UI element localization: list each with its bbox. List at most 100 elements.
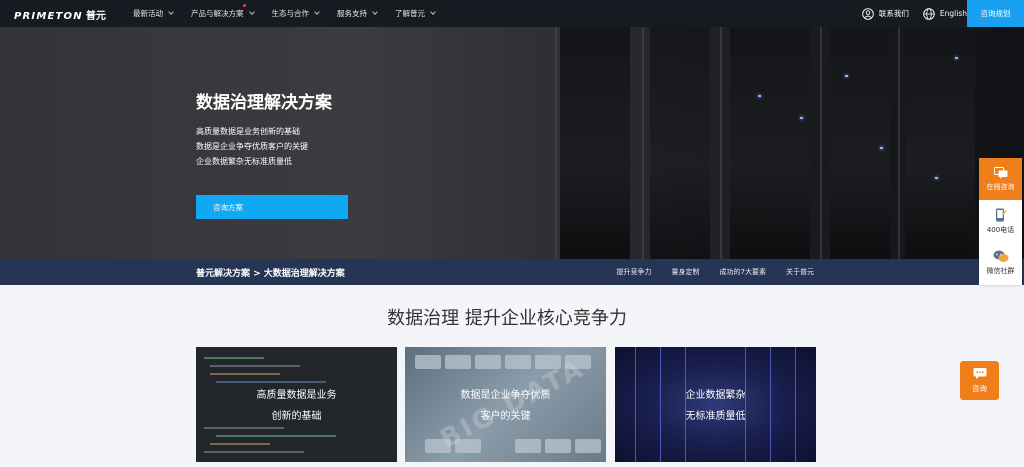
code-line-decor — [210, 373, 280, 375]
side-item-label: 在线咨询 — [986, 182, 1015, 191]
subnav-item-competitiveness[interactable]: 提升竞争力 — [617, 267, 652, 277]
key-decor — [545, 439, 571, 453]
led-decor — [800, 117, 803, 119]
code-line-decor — [216, 381, 326, 383]
menu-item-about[interactable]: 了解普元 — [395, 8, 436, 19]
key-decor — [575, 439, 601, 453]
feature-card-customer-data[interactable]: BIG DATA 数据是企业争夺优质 客户的关键 — [405, 347, 606, 462]
side-item-online-consult[interactable]: 在线咨询 — [979, 158, 1022, 200]
menu-item-label: 最新活动 — [133, 9, 163, 18]
code-line-decor — [210, 443, 270, 445]
menu-item-label: 产品与解决方案 — [191, 9, 244, 18]
code-line-decor — [204, 427, 284, 429]
subnav-item-customized[interactable]: 量身定制 — [672, 267, 700, 277]
menu-item-products-solutions[interactable]: 产品与解决方案 — [191, 4, 255, 19]
wechat-icon — [993, 250, 1008, 262]
server-rack-decor — [905, 27, 975, 259]
led-decor — [935, 177, 938, 179]
consult-planning-button[interactable]: 咨询规划 — [967, 0, 1024, 27]
language-switch[interactable]: English — [923, 7, 967, 20]
contact-us-link[interactable]: 联系我们 — [862, 7, 909, 20]
subnav-item-success-factors[interactable]: 成功的7大要素 — [720, 267, 766, 277]
chevron-down-icon — [248, 9, 255, 15]
code-line-decor — [216, 435, 336, 437]
chat-icon — [993, 166, 1007, 178]
floating-side-panel: 在线咨询 400电话 微信社群 — [979, 158, 1022, 285]
side-item-label: 400电话 — [986, 225, 1015, 234]
globe-icon — [923, 7, 935, 20]
menu-item-ecosystem[interactable]: 生态与合作 — [272, 8, 320, 19]
section-subnav: 提升竞争力 量身定制 成功的7大要素 关于普元 — [597, 259, 814, 285]
key-decor — [505, 355, 531, 369]
hot-dot-icon — [242, 4, 246, 7]
card-line: 企业数据繁杂 — [685, 390, 746, 401]
menu-item-service-support[interactable]: 服务支持 — [337, 8, 378, 19]
hero-banner: 数据治理解决方案 高质量数据是业务创新的基础 数据是企业争夺优质客户的关键 企业… — [0, 27, 1024, 259]
card-line: 客户的关键 — [480, 411, 531, 422]
card-line: 数据是企业争夺优质 — [460, 390, 551, 401]
menu-item-label: 了解普元 — [395, 9, 425, 18]
breadcrumb: 普元解决方案 > 大数据治理解决方案 — [196, 269, 345, 279]
led-decor — [758, 95, 761, 97]
hero-line: 企业数据繁杂无标准质量低 — [196, 157, 292, 166]
chevron-down-icon — [314, 9, 320, 15]
hero-line: 高质量数据是业务创新的基础 — [196, 127, 300, 136]
chat-bubble-icon — [973, 368, 986, 379]
feature-card-messy-data[interactable]: 企业数据繁杂 无标准质量低 — [615, 347, 816, 462]
card-text: 高质量数据是业务 创新的基础 — [196, 385, 397, 427]
hero-line: 数据是企业争夺优质客户的关键 — [196, 142, 308, 151]
consult-solution-button[interactable]: 咨询方案 — [196, 195, 348, 219]
key-decor — [475, 355, 501, 369]
rack-edge-decor — [720, 27, 722, 259]
key-decor — [415, 355, 441, 369]
side-item-phone[interactable]: 400电话 — [979, 200, 1022, 242]
language-label: English — [939, 9, 967, 18]
subnav-item-about-primeton[interactable]: 关于普元 — [786, 267, 814, 277]
menu-item-latest-events[interactable]: 最新活动 — [133, 8, 174, 19]
card-line: 无标准质量低 — [685, 411, 746, 422]
key-decor — [515, 439, 541, 453]
led-decor — [845, 75, 848, 77]
card-line: 高质量数据是业务 — [256, 390, 337, 401]
key-decor — [445, 355, 471, 369]
rack-edge-decor — [555, 27, 557, 259]
breadcrumb-bar: 普元解决方案 > 大数据治理解决方案 提升竞争力 量身定制 成功的7大要素 关于… — [0, 259, 1024, 285]
chevron-down-icon — [372, 9, 378, 15]
rack-edge-decor — [642, 27, 644, 259]
primeton-logo[interactable]: PRIMETON 普元 — [14, 7, 106, 22]
chevron-down-icon — [430, 9, 436, 15]
side-item-label: 微信社群 — [986, 267, 1015, 275]
card-text: 企业数据繁杂 无标准质量低 — [615, 385, 816, 427]
code-line-decor — [204, 451, 304, 453]
led-decor — [955, 57, 958, 59]
menu-item-label: 生态与合作 — [271, 9, 310, 18]
chevron-down-icon — [168, 9, 174, 15]
card-line: 创新的基础 — [271, 411, 322, 422]
rack-edge-decor — [820, 27, 822, 259]
rack-edge-decor — [898, 27, 900, 259]
contact-us-label: 联系我们 — [878, 9, 909, 18]
code-line-decor — [210, 365, 300, 367]
side-item-wechat[interactable]: 微信社群 — [979, 242, 1022, 284]
phone-icon — [995, 208, 1007, 221]
top-nav: PRIMETON 普元 最新活动 产品与解决方案 生态与合作 服务支持 了解普元 … — [0, 0, 1024, 27]
server-rack-decor — [830, 27, 890, 259]
nav-right: 联系我们 English — [848, 0, 967, 27]
main-menu: 最新活动 产品与解决方案 生态与合作 服务支持 了解普元 — [133, 0, 453, 27]
user-icon — [862, 7, 874, 20]
floating-consult-button[interactable]: 咨询 — [960, 361, 999, 400]
menu-item-label: 服务支持 — [337, 9, 367, 18]
logo-cn: 普元 — [85, 11, 106, 22]
floating-consult-label: 咨询 — [972, 384, 987, 393]
hero-title: 数据治理解决方案 — [196, 93, 332, 113]
hero-description: 高质量数据是业务创新的基础 数据是企业争夺优质客户的关键 企业数据繁杂无标准质量… — [196, 124, 308, 169]
server-rack-decor — [730, 27, 810, 259]
section-title: 数据治理 提升企业核心竞争力 — [387, 308, 627, 329]
feature-card-quality-data[interactable]: 高质量数据是业务 创新的基础 — [196, 347, 397, 462]
logo-text: PRIMETON — [14, 11, 83, 22]
code-line-decor — [204, 357, 264, 359]
card-text: 数据是企业争夺优质 客户的关键 — [405, 385, 606, 427]
server-rack-decor — [650, 27, 710, 259]
led-decor — [880, 147, 883, 149]
server-rack-decor — [560, 27, 630, 259]
